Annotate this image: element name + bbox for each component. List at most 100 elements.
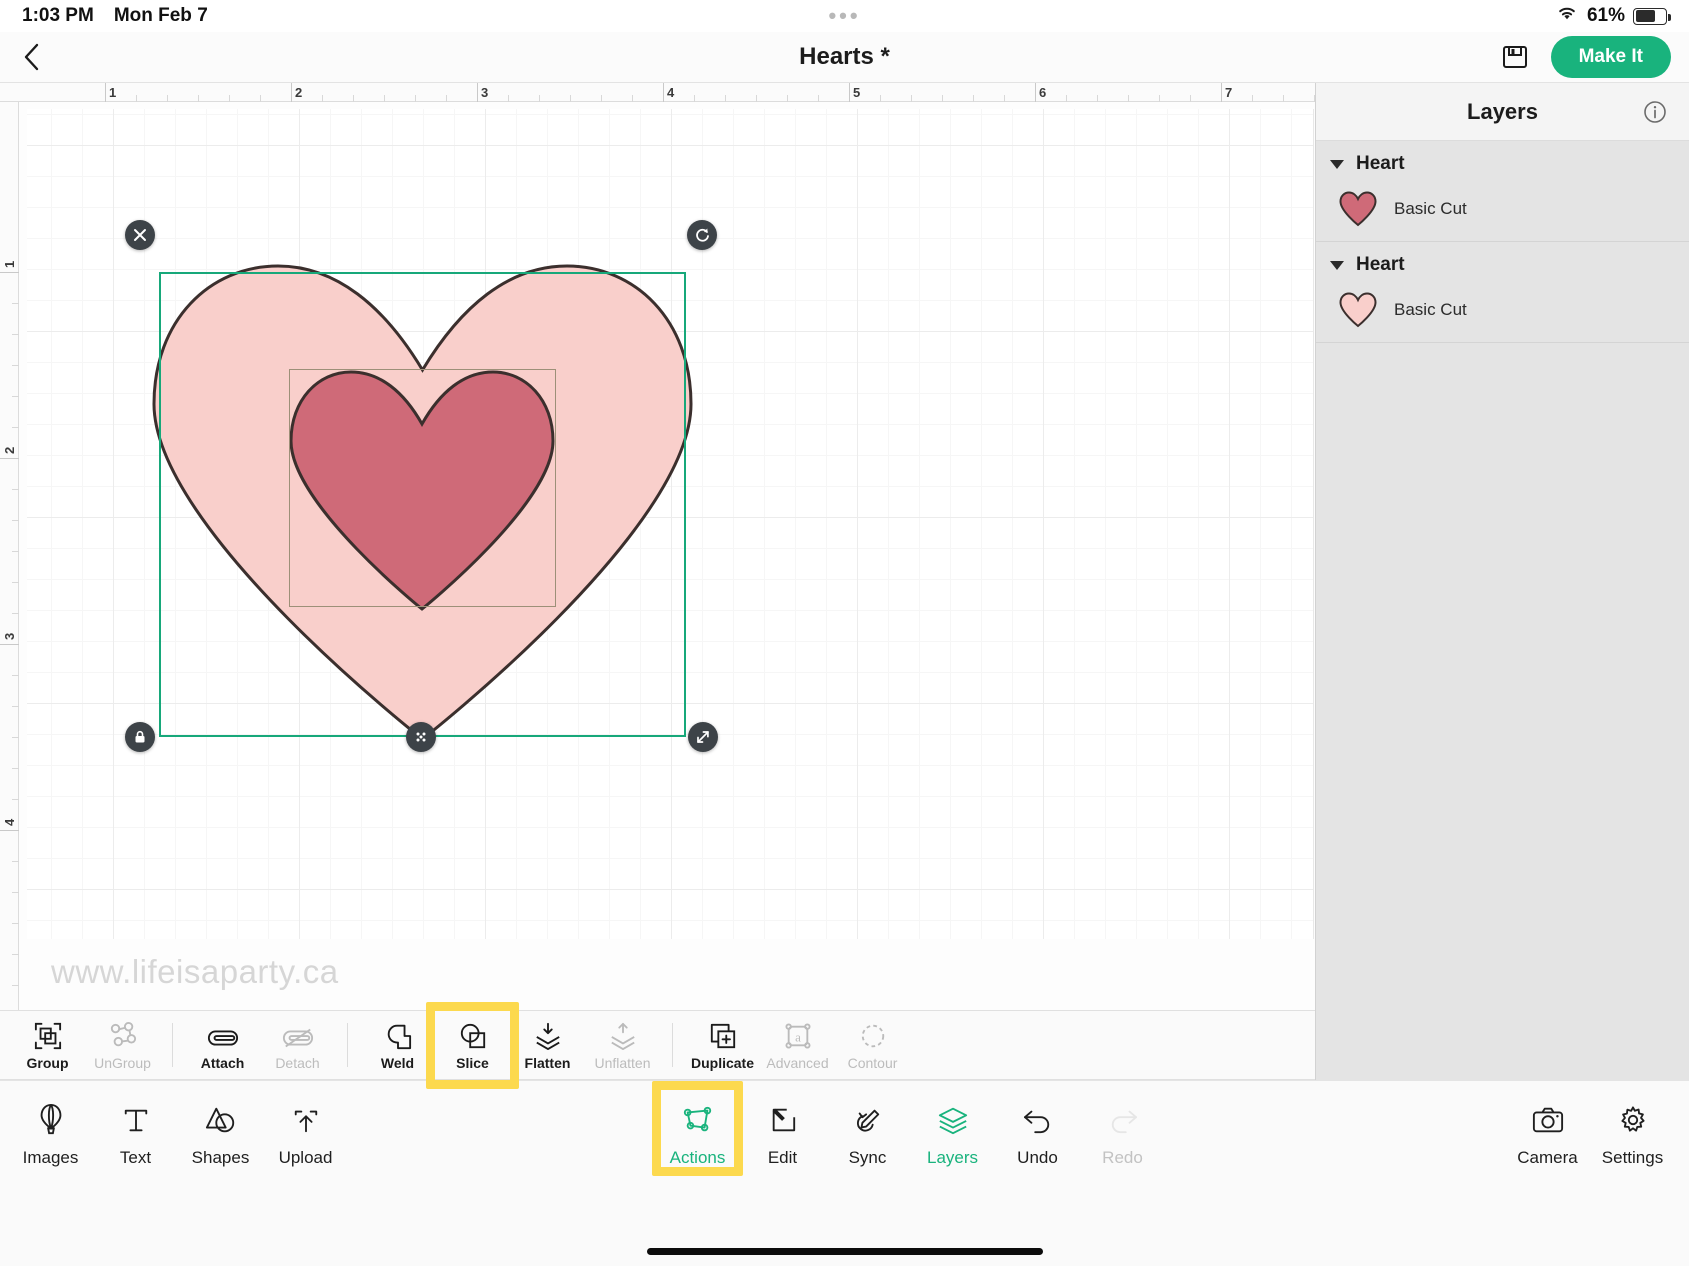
op-button-unflatten: Unflatten — [585, 1016, 660, 1075]
heart-swatch-icon — [1338, 292, 1378, 328]
resize-handle[interactable] — [688, 722, 718, 752]
nav-label: Settings — [1601, 1148, 1664, 1167]
nav-item-layers[interactable]: Layers — [910, 1089, 995, 1168]
rotate-handle[interactable] — [687, 220, 717, 250]
ruler-minor-tick — [818, 95, 819, 102]
nav-label: Actions — [669, 1148, 726, 1167]
ruler-minor-tick — [508, 95, 509, 102]
nav-group-right[interactable]: Camera Settings — [1505, 1089, 1675, 1168]
delete-handle[interactable] — [125, 220, 155, 250]
lock-aspect-handle[interactable] — [125, 722, 155, 752]
layer-group-header[interactable]: Heart — [1316, 141, 1689, 185]
nav-label: Upload — [278, 1148, 333, 1167]
upload-icon — [292, 1101, 320, 1139]
ruler-minor-tick — [787, 95, 788, 102]
ruler-minor-tick — [260, 95, 261, 102]
cutting-mat[interactable]: www.lifeisaparty.ca — [19, 102, 1315, 1080]
move-handle[interactable] — [406, 722, 436, 752]
nav-group-middle[interactable]: Actions Edit Sync Layers Undo Redo — [655, 1089, 1165, 1168]
nav-item-shapes[interactable]: Shapes — [178, 1089, 263, 1168]
ruler-minor-tick — [12, 613, 19, 614]
nav-label: Text — [119, 1148, 152, 1167]
layers-title: Layers — [1467, 98, 1538, 124]
layer-operation-label: Basic Cut — [1394, 199, 1467, 218]
ruler-minor-tick — [415, 95, 416, 102]
ruler-minor-tick — [322, 95, 323, 102]
info-circle-icon[interactable] — [1643, 100, 1667, 124]
layers-panel: Layers Heart Basic Cut Heart Basic Cut — [1315, 83, 1689, 1163]
heart-swatch-icon — [1338, 191, 1378, 227]
bottom-navigation-bar[interactable]: Images Text Shapes Upload Actions Edit Sync La… — [0, 1080, 1689, 1266]
ruler-label: 7 — [1225, 85, 1233, 100]
chevron-down-icon[interactable] — [1330, 260, 1344, 270]
nav-label: Sync — [848, 1148, 887, 1167]
nav-label: Shapes — [191, 1148, 250, 1167]
op-button-advanced: a Advanced — [760, 1016, 835, 1075]
op-button-attach[interactable]: Attach — [185, 1016, 260, 1075]
nav-group-left[interactable]: Images Text Shapes Upload — [8, 1089, 348, 1168]
save-disk-icon[interactable] — [1501, 43, 1529, 71]
top-app-bar: Hearts * Make It — [0, 32, 1689, 83]
actions-node-icon — [682, 1101, 714, 1139]
advanced-icon: a — [784, 1020, 812, 1050]
ruler-minor-tick — [694, 95, 695, 102]
design-canvas[interactable]: 1234567 1234 www.lifeisaparty.ca — [0, 83, 1377, 1080]
text-t-icon — [122, 1101, 150, 1139]
op-button-weld[interactable]: Weld — [360, 1016, 435, 1075]
nav-item-sync[interactable]: Sync — [825, 1089, 910, 1168]
make-it-button[interactable]: Make It — [1550, 36, 1671, 78]
layer-group-header[interactable]: Heart — [1316, 242, 1689, 286]
nav-item-upload[interactable]: Upload — [263, 1089, 348, 1168]
camera-icon — [1532, 1101, 1564, 1139]
ruler-label: 3 — [481, 85, 489, 100]
layers-list[interactable]: Heart Basic Cut Heart Basic Cut — [1316, 141, 1689, 1087]
edit-pen-icon — [769, 1101, 797, 1139]
op-button-group[interactable]: Group — [10, 1016, 85, 1075]
nav-item-redo: Redo — [1080, 1089, 1165, 1168]
ruler-minor-tick — [12, 303, 19, 304]
nav-item-actions[interactable]: Actions — [655, 1089, 740, 1168]
op-button-slice[interactable]: Slice — [435, 1016, 510, 1075]
flatten-icon — [534, 1020, 562, 1050]
nav-item-undo[interactable]: Undo — [995, 1089, 1080, 1168]
svg-text:a: a — [795, 1029, 801, 1044]
ruler-tick — [0, 272, 19, 273]
nav-item-camera[interactable]: Camera — [1505, 1089, 1590, 1168]
ruler-minor-tick — [756, 95, 757, 102]
nav-item-edit[interactable]: Edit — [740, 1089, 825, 1168]
op-label: Advanced — [766, 1054, 829, 1071]
ruler-label: 4 — [2, 818, 17, 826]
wifi-icon — [1555, 4, 1579, 28]
nav-item-settings[interactable]: Settings — [1590, 1089, 1675, 1168]
chevron-down-icon[interactable] — [1330, 159, 1344, 169]
ruler-minor-tick — [12, 427, 19, 428]
sync-pen-icon — [854, 1101, 882, 1139]
nav-item-images[interactable]: Images — [8, 1089, 93, 1168]
ruler-minor-tick — [12, 706, 19, 707]
ruler-label: 3 — [2, 632, 17, 640]
ruler-tick — [291, 83, 292, 102]
nav-label: Edit — [767, 1148, 798, 1167]
multitask-dots-icon[interactable]: ••• — [0, 0, 1689, 32]
ruler-minor-tick — [570, 95, 571, 102]
op-button-flatten[interactable]: Flatten — [510, 1016, 585, 1075]
op-button-duplicate[interactable]: Duplicate — [685, 1016, 760, 1075]
toolbar-divider — [672, 1023, 673, 1067]
layer-group: Heart Basic Cut — [1316, 242, 1689, 343]
operations-toolbar[interactable]: Group UnGroup Attach Detach Weld Slice Flatten… — [0, 1010, 1315, 1080]
layer-item[interactable]: Basic Cut — [1316, 185, 1689, 242]
ruler-label: 2 — [2, 446, 17, 454]
nav-item-text[interactable]: Text — [93, 1089, 178, 1168]
attach-icon — [207, 1020, 239, 1050]
toolbar-divider — [172, 1023, 173, 1067]
ruler-minor-tick — [384, 95, 385, 102]
ruler-minor-tick — [12, 551, 19, 552]
ruler-minor-tick — [12, 582, 19, 583]
weld-icon — [384, 1020, 412, 1050]
layers-stack-icon — [937, 1101, 969, 1139]
duplicate-icon — [709, 1020, 737, 1050]
ruler-minor-tick — [539, 95, 540, 102]
layer-item[interactable]: Basic Cut — [1316, 286, 1689, 343]
ruler-minor-tick — [167, 95, 168, 102]
layers-panel-header: Layers — [1316, 83, 1689, 141]
